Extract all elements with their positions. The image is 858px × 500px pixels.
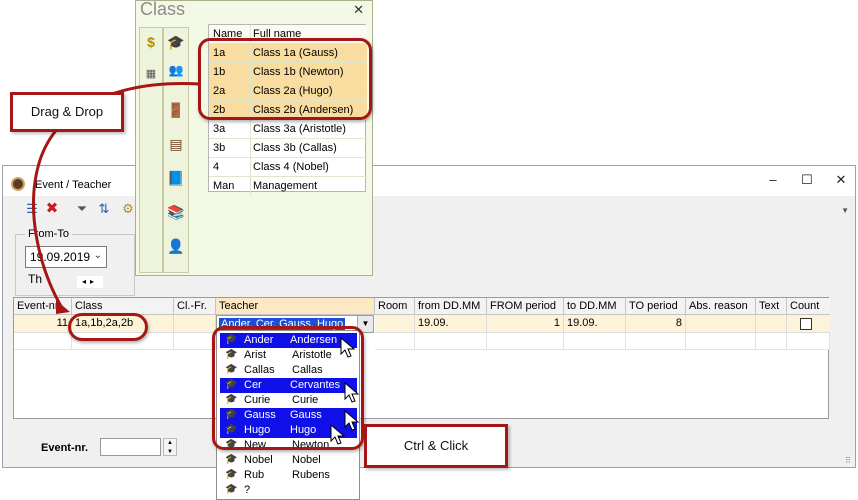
drag-arrow-head — [56, 300, 70, 314]
mouse-cursor-icon — [344, 410, 360, 431]
ctrl-click-callout: Ctrl & Click — [364, 424, 508, 468]
drag-drop-callout: Drag & Drop — [10, 92, 124, 132]
mouse-cursor-icon — [340, 337, 356, 358]
mouse-cursor-icon — [330, 424, 346, 445]
mouse-cursor-icon — [344, 382, 360, 403]
